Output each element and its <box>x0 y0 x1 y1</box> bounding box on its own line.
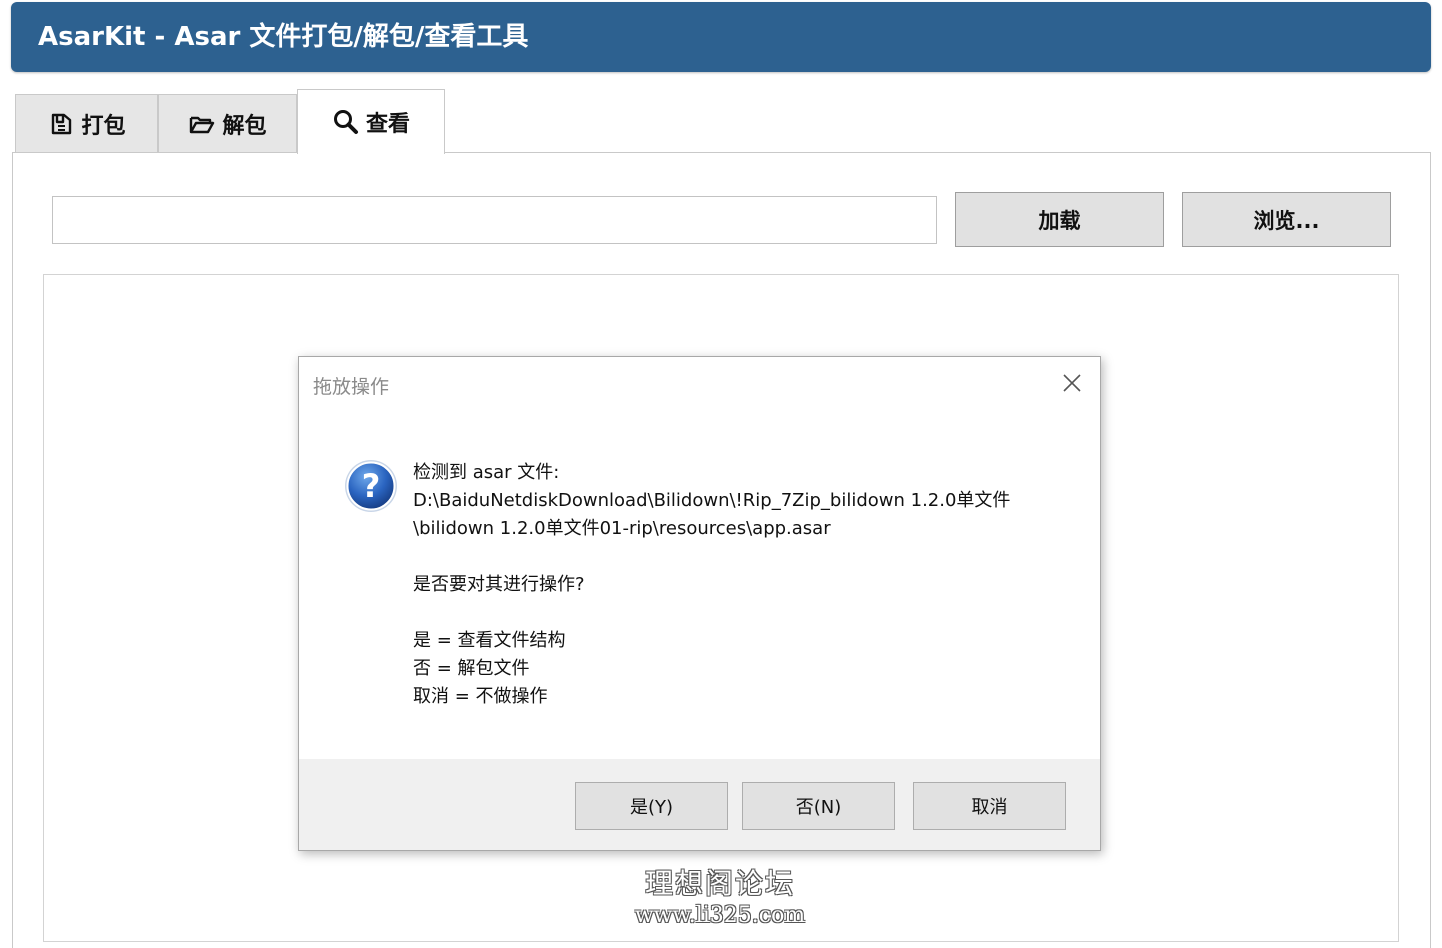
yes-button[interactable]: 是(Y) <box>575 782 728 830</box>
app-title: AsarKit - Asar 文件打包/解包/查看工具 <box>38 22 529 52</box>
folder-open-icon <box>190 116 215 134</box>
app-window: AsarKit - Asar 文件打包/解包/查看工具 打包 解包 查看 加载 … <box>0 0 1442 948</box>
dialog-message-line: \bilidown 1.2.0单文件01-rip\resources\app.a… <box>413 518 831 539</box>
dialog-message-line: 是否要对其进行操作? <box>413 574 585 595</box>
dialog-title: 拖放操作 <box>313 376 390 398</box>
dialog-message-line: 是 = 查看文件结构 <box>413 630 566 651</box>
dialog-message-line: D:\BaiduNetdiskDownload\Bilidown\!Rip_7Z… <box>413 490 1011 511</box>
dialog-button-bar: 是(Y) 否(N) 取消 <box>299 759 1100 850</box>
svg-text:?: ? <box>362 467 381 505</box>
tab-label: 查看 <box>365 112 410 137</box>
dialog-message-line: 取消 = 不做操作 <box>413 686 548 707</box>
load-button[interactable]: 加载 <box>955 192 1164 247</box>
watermark-url: www.li325.com <box>634 903 806 928</box>
title-bar: AsarKit - Asar 文件打包/解包/查看工具 <box>11 2 1431 72</box>
question-icon: ? <box>345 460 397 512</box>
watermark: 理想阁论坛 www.li325.com <box>600 866 840 930</box>
close-button[interactable] <box>1058 369 1086 397</box>
tab-label: 打包 <box>81 114 126 139</box>
tab-label: 解包 <box>222 114 267 139</box>
drag-drop-dialog: 拖放操作 ? 检测到 asar 文件: D:\BaiduNetdiskDownl… <box>298 356 1101 851</box>
browse-button[interactable]: 浏览... <box>1182 192 1391 247</box>
pack-icon <box>52 113 72 135</box>
no-button[interactable]: 否(N) <box>742 782 895 830</box>
close-icon <box>1063 374 1081 392</box>
search-icon <box>333 110 358 134</box>
tab-unpack[interactable]: 解包 <box>158 94 297 153</box>
cancel-button[interactable]: 取消 <box>913 782 1066 830</box>
tab-pack[interactable]: 打包 <box>15 94 158 153</box>
watermark-site-name: 理想阁论坛 <box>644 867 795 900</box>
dialog-message-line: 检测到 asar 文件: <box>413 462 560 483</box>
tab-view[interactable]: 查看 <box>297 89 445 154</box>
dialog-message-line: 否 = 解包文件 <box>413 658 530 679</box>
asar-path-input[interactable] <box>52 196 937 244</box>
